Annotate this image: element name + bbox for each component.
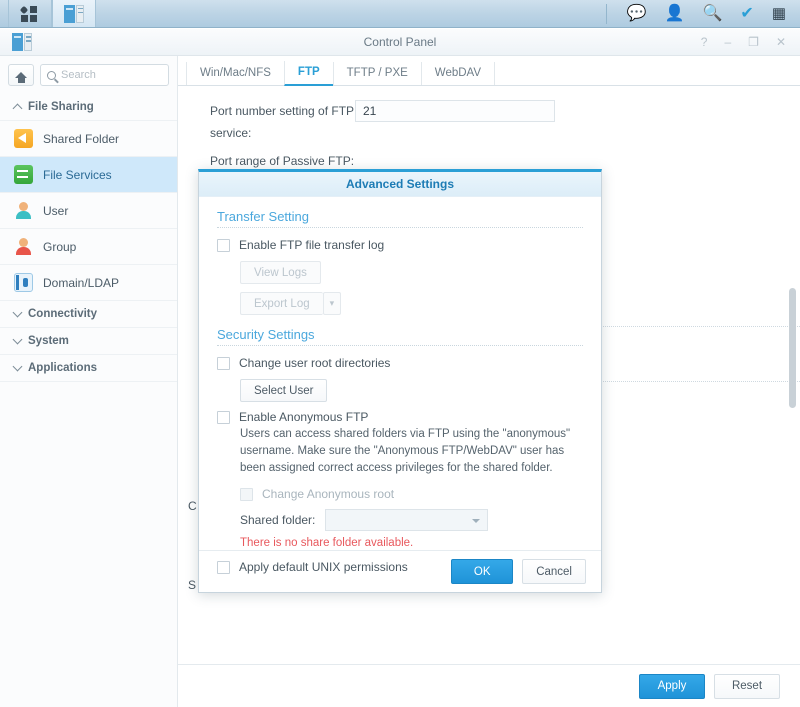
select-user-row: Select User <box>240 379 583 402</box>
dialog-title-bar: Advanced Settings <box>199 172 601 197</box>
security-settings-heading: Security Settings <box>217 327 315 342</box>
dialog-title: Advanced Settings <box>345 177 455 191</box>
enable-ftp-log-checkbox[interactable] <box>217 238 230 252</box>
advanced-settings-dialog: Advanced Settings Transfer Setting Enabl… <box>198 169 602 593</box>
dialog-body: Transfer Setting Enable FTP file transfe… <box>199 197 601 574</box>
change-anonymous-root-row: Change Anonymous root <box>240 487 583 501</box>
shared-folder-select[interactable] <box>325 509 489 531</box>
enable-anonymous-ftp-label: Enable Anonymous FTP <box>239 410 369 424</box>
export-log-row: Export Log ▾ <box>240 292 583 315</box>
change-user-root-row[interactable]: Change user root directories <box>217 356 583 370</box>
transfer-setting-heading: Transfer Setting <box>217 209 310 224</box>
no-share-folder-error: There is no share folder available. <box>240 537 414 549</box>
security-settings-divider <box>217 345 583 346</box>
export-log-button[interactable]: Export Log <box>240 292 323 315</box>
export-log-dropdown-arrow-icon[interactable]: ▾ <box>322 292 342 315</box>
enable-anonymous-ftp-checkbox[interactable] <box>217 410 230 424</box>
dialog-footer: OK Cancel <box>199 550 601 592</box>
change-anonymous-root-label: Change Anonymous root <box>262 487 395 501</box>
view-logs-row: View Logs <box>240 261 583 284</box>
change-user-root-checkbox[interactable] <box>217 356 230 370</box>
change-user-root-label: Change user root directories <box>239 356 391 370</box>
enable-ftp-log-row[interactable]: Enable FTP file transfer log <box>217 238 583 252</box>
modal-overlay: Advanced Settings Transfer Setting Enabl… <box>0 0 800 707</box>
transfer-setting-divider <box>217 227 583 228</box>
select-user-button[interactable]: Select User <box>240 379 328 402</box>
ok-button[interactable]: OK <box>451 559 514 584</box>
view-logs-button[interactable]: View Logs <box>240 261 321 284</box>
enable-anonymous-ftp-row[interactable]: Enable Anonymous FTP <box>217 410 583 424</box>
enable-ftp-log-label: Enable FTP file transfer log <box>239 238 385 252</box>
anonymous-ftp-help-text: Users can access shared folders via FTP … <box>240 428 571 474</box>
chevron-down-icon <box>472 519 481 523</box>
change-anonymous-root-checkbox <box>240 487 253 501</box>
cancel-button[interactable]: Cancel <box>522 559 586 584</box>
shared-folder-row: Shared folder: <box>240 509 583 531</box>
shared-folder-label: Shared folder: <box>240 513 316 527</box>
